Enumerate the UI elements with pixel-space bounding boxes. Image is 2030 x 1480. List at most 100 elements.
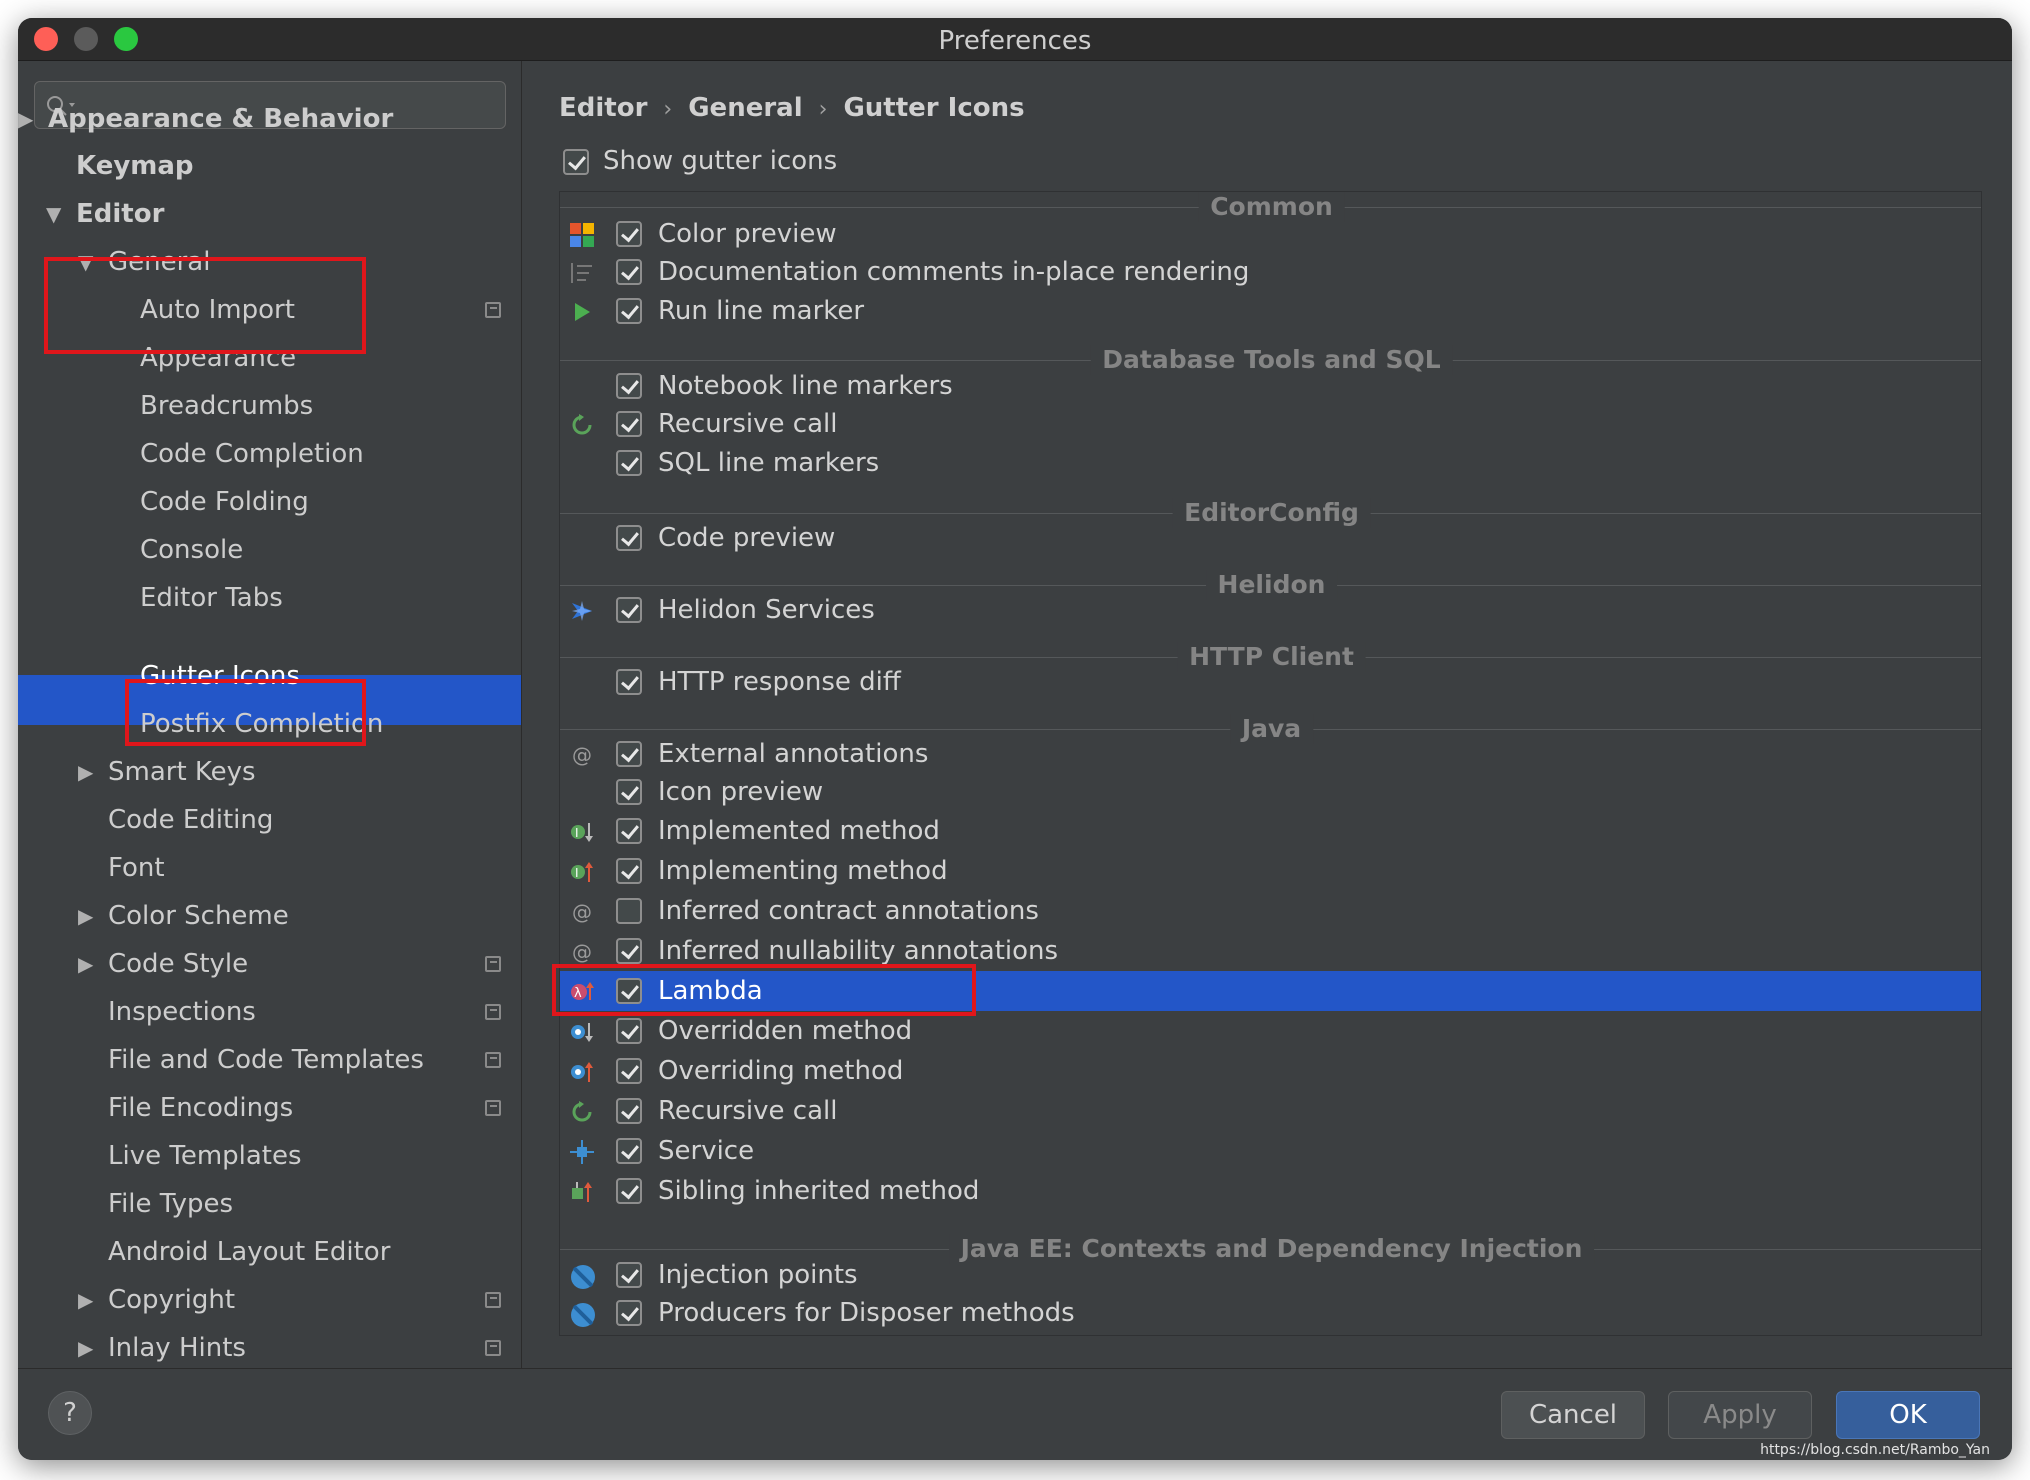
expand-arrow-right-icon[interactable]: ▶ bbox=[78, 1276, 93, 1324]
expand-arrow-right-icon[interactable]: ▶ bbox=[78, 1324, 93, 1368]
sidebar-item-inspections[interactable]: Inspections bbox=[108, 988, 256, 1036]
gutter-option-producers-for-disposer-methods[interactable]: Producers for Disposer methods bbox=[560, 1293, 1981, 1333]
gutter-option-checkbox[interactable] bbox=[616, 898, 642, 924]
sidebar-item-label: Copyright bbox=[108, 1285, 236, 1315]
gutter-option-checkbox[interactable] bbox=[616, 525, 642, 551]
ok-button[interactable]: OK bbox=[1836, 1391, 1980, 1439]
sidebar-item-editor[interactable]: Editor bbox=[76, 190, 164, 238]
sidebar-item-file-and-code-templates[interactable]: File and Code Templates bbox=[108, 1036, 424, 1084]
gutter-option-checkbox[interactable] bbox=[616, 1262, 642, 1288]
sidebar-item-editor-tabs[interactable]: Editor Tabs bbox=[140, 574, 283, 622]
gutter-option-recursive-call[interactable]: Recursive call bbox=[560, 1091, 1981, 1131]
help-button[interactable]: ? bbox=[48, 1391, 92, 1435]
gutter-option-checkbox[interactable] bbox=[616, 597, 642, 623]
gutter-option-implemented-method[interactable]: I Implemented method bbox=[560, 811, 1981, 851]
gutter-option-label: Helidon Services bbox=[658, 595, 875, 625]
gutter-option-checkbox[interactable] bbox=[616, 411, 642, 437]
gutter-option-code-preview[interactable]: Code preview bbox=[560, 518, 1981, 558]
gutter-option-injection-points[interactable]: Injection points bbox=[560, 1255, 1981, 1295]
sidebar-item-smart-keys[interactable]: Smart Keys bbox=[108, 748, 256, 796]
sidebar-item-code-completion[interactable]: Code Completion bbox=[140, 430, 364, 478]
expand-arrow-right-icon[interactable]: ▶ bbox=[78, 892, 93, 940]
sidebar-item-inlay-hints[interactable]: Inlay Hints bbox=[108, 1324, 246, 1368]
gutter-option-checkbox[interactable] bbox=[616, 373, 642, 399]
gutter-option-checkbox[interactable] bbox=[616, 221, 642, 247]
breadcrumb-item-general[interactable]: General bbox=[688, 93, 802, 123]
project-settings-icon bbox=[485, 1100, 501, 1116]
gutter-option-checkbox[interactable] bbox=[616, 858, 642, 884]
gutter-option-implementing-method[interactable]: I Implementing method bbox=[560, 851, 1981, 891]
gutter-option-label: Notebook line markers bbox=[658, 371, 953, 401]
sidebar-item-label: Keymap bbox=[76, 151, 194, 181]
sidebar-item-code-folding[interactable]: Code Folding bbox=[140, 478, 309, 526]
sidebar-item-label: Appearance & Behavior bbox=[48, 104, 394, 134]
gutter-option-color-preview[interactable]: Color preview bbox=[560, 214, 1981, 254]
gutter-option-notebook-line-markers[interactable]: Notebook line markers bbox=[560, 366, 1981, 406]
gutter-option-inferred-contract-annotations[interactable]: @ Inferred contract annotations bbox=[560, 891, 1981, 931]
gutter-option-helidon-services[interactable]: Helidon Services bbox=[560, 590, 1981, 630]
gutter-option-checkbox[interactable] bbox=[616, 779, 642, 805]
sidebar-item-console[interactable]: Console bbox=[140, 526, 243, 574]
at-sign-icon: @ bbox=[570, 940, 594, 964]
gutter-option-run-line-marker[interactable]: Run line marker bbox=[560, 291, 1981, 331]
service-icon bbox=[570, 1140, 594, 1164]
gutter-option-checkbox[interactable] bbox=[616, 669, 642, 695]
gutter-option-checkbox[interactable] bbox=[616, 259, 642, 285]
gutter-option-sql-line-markers[interactable]: SQL line markers bbox=[560, 443, 1981, 483]
svg-text:I: I bbox=[575, 866, 579, 880]
sidebar-item-appearance-behavior[interactable]: Appearance & Behavior bbox=[48, 95, 393, 143]
sidebar-item-file-encodings[interactable]: File Encodings bbox=[108, 1084, 293, 1132]
expand-arrow-down-icon[interactable]: ▼ bbox=[46, 190, 61, 238]
gutter-option-http-response-diff[interactable]: HTTP response diff bbox=[560, 662, 1981, 702]
gutter-option-checkbox[interactable] bbox=[616, 450, 642, 476]
gutter-option-service[interactable]: Service bbox=[560, 1131, 1981, 1171]
sidebar-item-live-templates[interactable]: Live Templates bbox=[108, 1132, 302, 1180]
gutter-option-label: Recursive call bbox=[658, 1096, 838, 1126]
gutter-option-checkbox[interactable] bbox=[616, 938, 642, 964]
gutter-option-documentation-comments-in-place-rendering[interactable]: Documentation comments in-place renderin… bbox=[560, 252, 1981, 292]
highlight-box-editor-general bbox=[44, 257, 366, 354]
sidebar-item-label: Editor bbox=[76, 199, 165, 229]
sidebar-item-breadcrumbs[interactable]: Breadcrumbs bbox=[140, 382, 313, 430]
gutter-option-overridden-method[interactable]: Overridden method bbox=[560, 1011, 1981, 1051]
gutter-option-checkbox[interactable] bbox=[616, 818, 642, 844]
gutter-option-checkbox[interactable] bbox=[616, 741, 642, 767]
project-settings-icon bbox=[485, 1004, 501, 1020]
expand-arrow-right-icon[interactable]: ▶ bbox=[78, 748, 93, 796]
gutter-option-checkbox[interactable] bbox=[616, 1138, 642, 1164]
sidebar-item-file-types[interactable]: File Types bbox=[108, 1180, 233, 1228]
gutter-option-checkbox[interactable] bbox=[616, 1058, 642, 1084]
gutter-option-sibling-inherited-method[interactable]: Sibling inherited method bbox=[560, 1171, 1981, 1211]
expand-arrow-right-icon[interactable]: ▶ bbox=[18, 95, 33, 143]
overriding-method-icon bbox=[570, 1060, 594, 1084]
sidebar-item-label: File and Code Templates bbox=[108, 1045, 424, 1075]
cancel-button[interactable]: Cancel bbox=[1501, 1391, 1645, 1439]
gutter-option-checkbox[interactable] bbox=[616, 1018, 642, 1044]
breadcrumb: Editor › General › Gutter Icons bbox=[559, 93, 1025, 123]
gutter-option-label: Sibling inherited method bbox=[658, 1176, 980, 1206]
sidebar-item-color-scheme[interactable]: Color Scheme bbox=[108, 892, 289, 940]
sidebar-item-android-layout-editor[interactable]: Android Layout Editor bbox=[108, 1228, 390, 1276]
sidebar-item-copyright[interactable]: Copyright bbox=[108, 1276, 235, 1324]
gutter-option-checkbox[interactable] bbox=[616, 298, 642, 324]
show-gutter-icons-checkbox[interactable] bbox=[563, 149, 589, 175]
sidebar-item-label: Code Editing bbox=[108, 805, 274, 835]
sidebar-item-code-style[interactable]: Code Style bbox=[108, 940, 248, 988]
sidebar-item-keymap[interactable]: Keymap bbox=[76, 142, 194, 190]
gutter-option-overriding-method[interactable]: Overriding method bbox=[560, 1051, 1981, 1091]
sidebar-item-code-editing[interactable]: Code Editing bbox=[108, 796, 273, 844]
apply-button[interactable]: Apply bbox=[1668, 1391, 1812, 1439]
gutter-option-checkbox[interactable] bbox=[616, 1098, 642, 1124]
expand-arrow-right-icon[interactable]: ▶ bbox=[78, 940, 93, 988]
project-settings-icon bbox=[485, 956, 501, 972]
gutter-option-external-annotations[interactable]: @ External annotations bbox=[560, 734, 1981, 774]
gutter-option-checkbox[interactable] bbox=[616, 1178, 642, 1204]
gutter-option-label: Overriding method bbox=[658, 1056, 904, 1086]
gutter-option-checkbox[interactable] bbox=[616, 1300, 642, 1326]
gutter-option-icon-preview[interactable]: Icon preview bbox=[560, 772, 1981, 812]
gutter-option-recursive-call[interactable]: Recursive call bbox=[560, 404, 1981, 444]
breadcrumb-item-editor[interactable]: Editor bbox=[559, 93, 647, 123]
sidebar-item-font[interactable]: Font bbox=[108, 844, 165, 892]
sidebar-item-label: Color Scheme bbox=[108, 901, 289, 931]
sidebar-item-label: Code Style bbox=[108, 949, 249, 979]
